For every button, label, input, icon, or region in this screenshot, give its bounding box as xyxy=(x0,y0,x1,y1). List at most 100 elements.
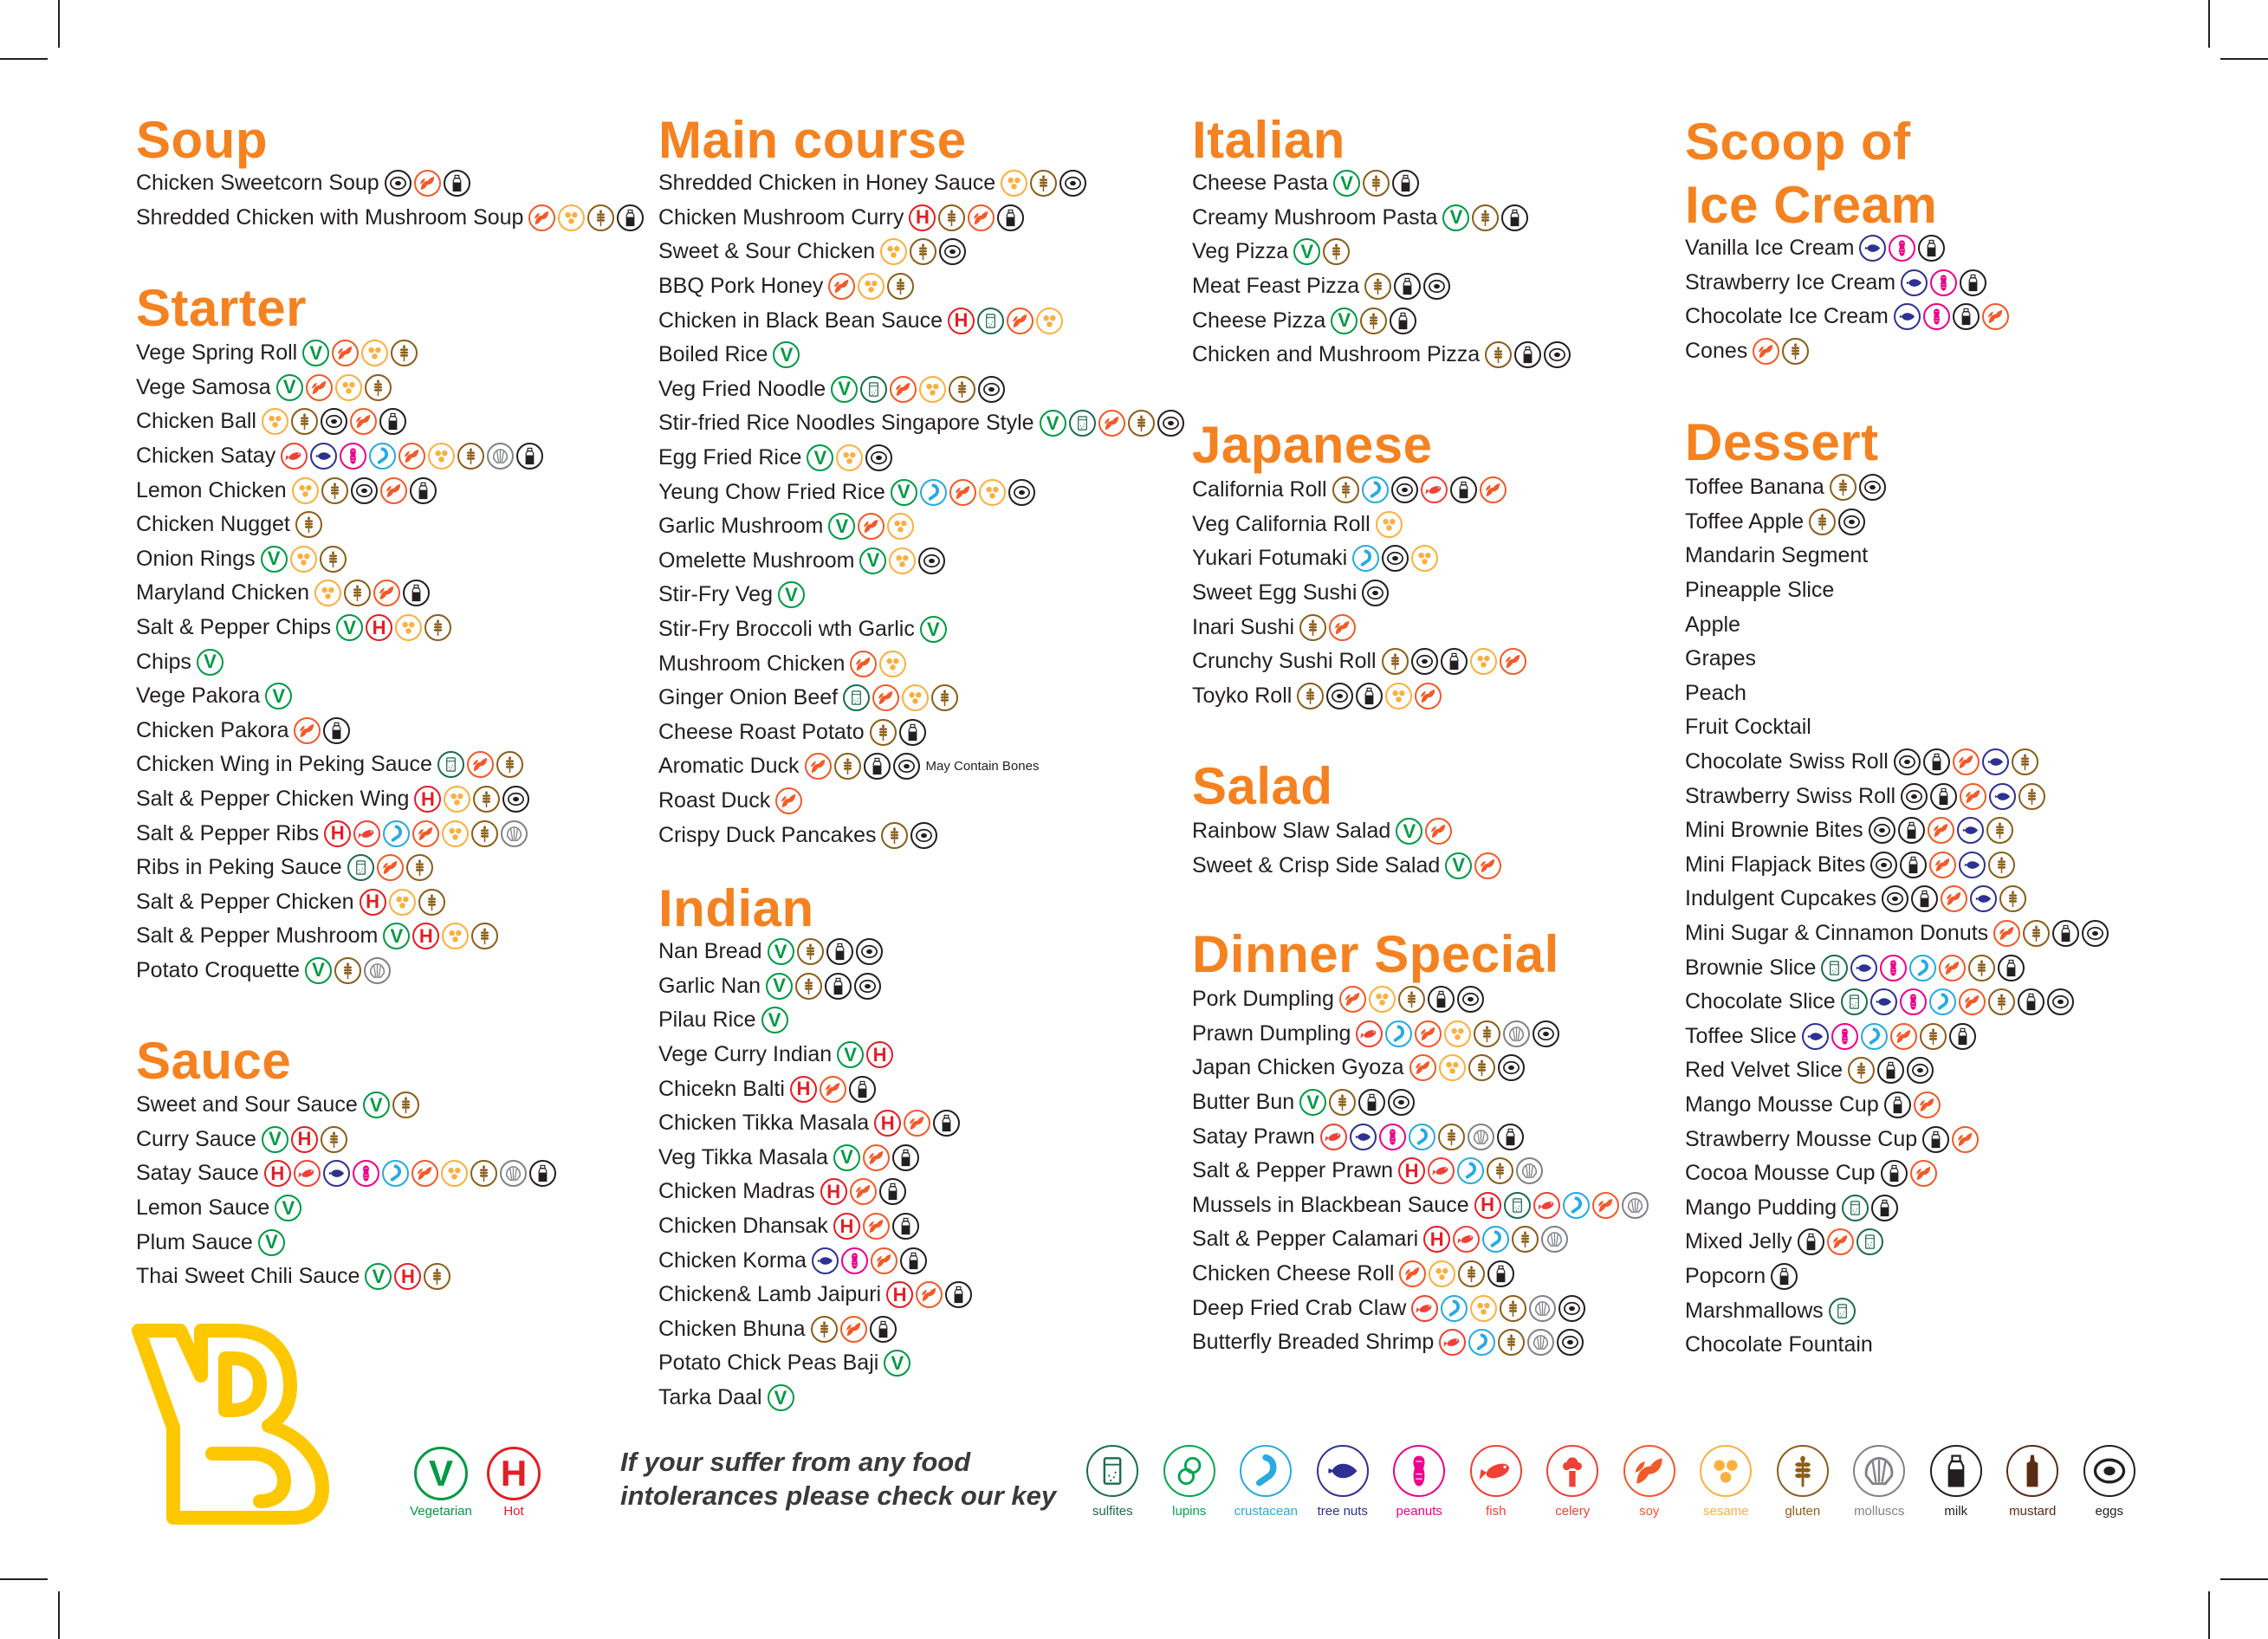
menu-item: Chocolate Fountain xyxy=(1685,1328,2111,1363)
gluten-icon xyxy=(424,614,452,642)
menu-item: Thai Sweet Chili Sauce V H xyxy=(136,1260,559,1294)
menu-item-name: Chicken in Black Bean Sauce xyxy=(658,308,943,333)
soy-icon xyxy=(1927,817,1954,845)
sulfites-icon xyxy=(1840,988,1868,1016)
eggs-icon xyxy=(384,170,411,198)
badge-letter: H xyxy=(892,1283,907,1305)
allergen-key-label: gluten xyxy=(1785,1504,1821,1519)
menu-item: Popcorn xyxy=(1685,1260,2111,1294)
menu-item: Chicken Cheese Roll xyxy=(1192,1257,1651,1292)
menu-item: Strawberry Mousse Cup xyxy=(1685,1122,2111,1156)
gluten-icon xyxy=(364,373,392,401)
gluten-icon xyxy=(1360,307,1388,334)
milk-icon xyxy=(1797,1228,1824,1256)
tree-nuts-icon xyxy=(1850,954,1878,981)
crop-mark xyxy=(0,1578,48,1580)
milk-icon xyxy=(863,753,891,781)
hot-icon: H xyxy=(412,923,440,950)
fish-icon xyxy=(1428,1157,1455,1185)
tree-nuts-icon xyxy=(1859,235,1887,262)
milk-icon xyxy=(933,1110,961,1137)
sulfites-icon xyxy=(1828,1297,1856,1325)
menu-item-name: Chocolate Fountain xyxy=(1685,1332,1873,1357)
menu-item-name: Chicken Ball xyxy=(136,409,256,434)
menu-item-name: Veg Tikka Masala xyxy=(658,1144,828,1169)
allergen-key-label: molluscs xyxy=(1854,1504,1905,1519)
badge-letter: V xyxy=(774,940,787,962)
soy-icon xyxy=(1958,988,1986,1016)
section-title: Scoop of Ice Cream xyxy=(1685,110,1937,236)
fish-icon xyxy=(1439,1329,1467,1357)
mustard-icon xyxy=(2006,1445,2059,1497)
section-title: Indian xyxy=(658,879,814,937)
milk-icon xyxy=(1427,986,1455,1014)
menu-item: Creamy Mushroom Pasta V xyxy=(1192,201,1573,236)
eggs-icon xyxy=(1388,1089,1416,1117)
tree-nuts-icon xyxy=(1316,1445,1369,1497)
milk-icon xyxy=(1496,1123,1524,1150)
menu-item-name: Strawberry Ice Cream xyxy=(1685,269,1896,295)
sesame-icon xyxy=(440,1160,468,1188)
molluscs-icon xyxy=(487,443,515,470)
menu-item-name: Mini Brownie Bites xyxy=(1685,818,1863,843)
gluten-icon xyxy=(1782,338,1810,366)
eggs-icon xyxy=(2082,920,2109,948)
tree-nuts-icon xyxy=(1901,269,1928,296)
sesame-icon xyxy=(1438,1054,1466,1082)
badge-letter: V xyxy=(312,959,325,981)
molluscs-icon xyxy=(1467,1123,1494,1150)
tree-nuts-icon xyxy=(1893,303,1921,331)
menu-item: Salt & Pepper Chicken Wing H xyxy=(136,782,546,817)
fish-icon xyxy=(353,820,381,847)
menu-item: Peach xyxy=(1685,677,2111,711)
allergen-key-label: tree nuts xyxy=(1317,1504,1368,1519)
menu-item: Brownie Slice xyxy=(1685,950,2111,985)
milk-icon xyxy=(1877,1057,1905,1085)
molluscs-icon xyxy=(1853,1445,1906,1497)
menu-item: Satay Sauce H xyxy=(136,1156,559,1191)
menu-item-name: Salt & Pepper Prawn xyxy=(1192,1158,1394,1183)
sesame-icon xyxy=(388,888,416,916)
menu-item: Ribs in Peking Sauce xyxy=(136,851,546,885)
menu-item: Aromatic Duck May Contain Bones xyxy=(658,749,1187,784)
menu-item-name: Pilau Rice xyxy=(658,1007,756,1033)
milk-icon xyxy=(1390,307,1417,334)
vegetarian-icon: V xyxy=(777,581,805,609)
menu-item-name: Creamy Mushroom Pasta xyxy=(1192,204,1438,230)
menu-item-list: Shredded Chicken in Honey Sauce Chicken M… xyxy=(658,166,1187,852)
sesame-icon xyxy=(442,923,470,950)
tree-nuts-icon xyxy=(1349,1123,1377,1150)
sulfites-icon xyxy=(1068,410,1096,437)
gluten-icon xyxy=(1468,1054,1495,1082)
badge-letter: V xyxy=(1452,854,1466,877)
molluscs-icon xyxy=(1621,1191,1649,1219)
soy-icon xyxy=(1415,1020,1442,1047)
vegetarian-icon: V xyxy=(1396,818,1423,845)
menu-item-name: Yukari Fotumaki xyxy=(1192,546,1348,571)
tree-nuts-icon xyxy=(1869,988,1897,1016)
soy-icon xyxy=(466,751,494,779)
gluten-icon xyxy=(1485,341,1513,369)
menu-item: Chicken Wing in Peking Sauce xyxy=(136,748,546,782)
gluten-icon xyxy=(1127,410,1155,437)
menu-item: Shredded Chicken in Honey Sauce xyxy=(658,166,1187,201)
allergen-key: sulfites lupins crustacean tree nuts peanuts… xyxy=(1074,1445,2148,1519)
menu-item-name: Stir-Fry Veg xyxy=(658,582,773,607)
menu-item: Rainbow Slaw Salad V xyxy=(1192,814,1504,849)
menu-item-name: Thai Sweet Chili Sauce xyxy=(136,1264,360,1289)
menu-item: Prawn Dumpling xyxy=(1192,1017,1651,1052)
milk-icon xyxy=(1998,954,2025,981)
menu-item-name: Strawberry Swiss Roll xyxy=(1685,783,1896,808)
menu-item: Stir-Fry Veg V xyxy=(658,578,1187,612)
menu-item: Toyko Roll xyxy=(1192,679,1529,714)
soy-icon xyxy=(819,1075,846,1103)
menu-item: Chicken Korma xyxy=(658,1243,975,1278)
soy-icon xyxy=(1329,613,1357,641)
eggs-icon xyxy=(1544,341,1571,369)
menu-item-name: Rainbow Slaw Salad xyxy=(1192,819,1391,844)
soy-icon xyxy=(862,1213,890,1241)
diet-key-label: Vegetarian xyxy=(410,1504,472,1519)
section-title: Dinner Special xyxy=(1192,925,1559,983)
section-soup: Soup Chicken Sweetcorn Soup Shredded Chick… xyxy=(136,110,645,231)
fish-icon xyxy=(1420,476,1448,504)
